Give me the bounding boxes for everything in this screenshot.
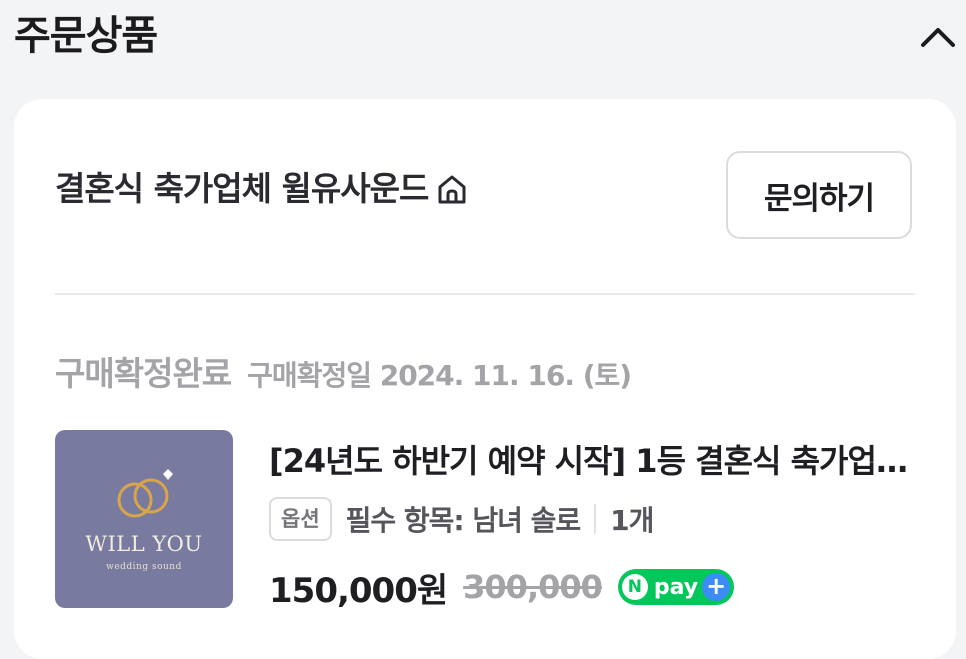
confirm-date: 구매확정일 2024. 11. 16. (토) — [247, 359, 632, 392]
order-status-row: 구매확정완료 구매확정일 2024. 11. 16. (토) — [55, 347, 632, 403]
option-row: 옵션 필수 항목: 남녀 솔로 1개 — [269, 496, 654, 542]
home-icon — [434, 171, 470, 207]
product-title[interactable]: [24년도 하반기 예약 시작] 1등 결혼식 축가업체 윌유사운드 — [269, 438, 915, 484]
quantity: 1개 — [610, 504, 654, 537]
store-name: 결혼식 축가업체 윌유사운드 — [55, 169, 429, 208]
order-products-header[interactable]: 주문상품 — [0, 0, 966, 80]
price-row: 150,000원 300,000 N pay + — [269, 560, 735, 614]
store-row: 결혼식 축가업체 윌유사운드 문의하기 — [14, 99, 956, 295]
option-badge: 옵션 — [269, 497, 332, 541]
product-row: WILL YOU wedding sound [24년도 하반기 예약 시작] … — [55, 430, 915, 611]
original-price: 300,000 — [463, 568, 603, 606]
price: 150,000원 — [269, 570, 448, 611]
divider — [55, 293, 915, 295]
plus-icon: + — [702, 573, 731, 601]
inquiry-button[interactable]: 문의하기 — [726, 151, 912, 239]
rings-logo-icon — [117, 469, 173, 518]
logo-sub-text: wedding sound — [106, 562, 182, 572]
order-status: 구매확정완료 — [55, 354, 232, 393]
section-title: 주문상품 — [14, 13, 158, 59]
npay-n-icon: N — [621, 574, 648, 600]
product-thumbnail[interactable]: WILL YOU wedding sound — [55, 430, 233, 608]
store-name-link[interactable]: 결혼식 축가업체 윌유사운드 — [55, 165, 470, 213]
chevron-up-icon[interactable] — [918, 22, 958, 52]
npay-plus-badge: N pay + — [617, 569, 735, 605]
option-separator — [594, 504, 597, 534]
order-card: 결혼식 축가업체 윌유사운드 문의하기 구매확정완료 구매확정일 2024. 1… — [14, 99, 956, 659]
npay-label: pay — [653, 574, 699, 600]
logo-brand-text: WILL YOU — [85, 532, 203, 556]
option-text: 필수 항목: 남녀 솔로 — [345, 504, 582, 537]
